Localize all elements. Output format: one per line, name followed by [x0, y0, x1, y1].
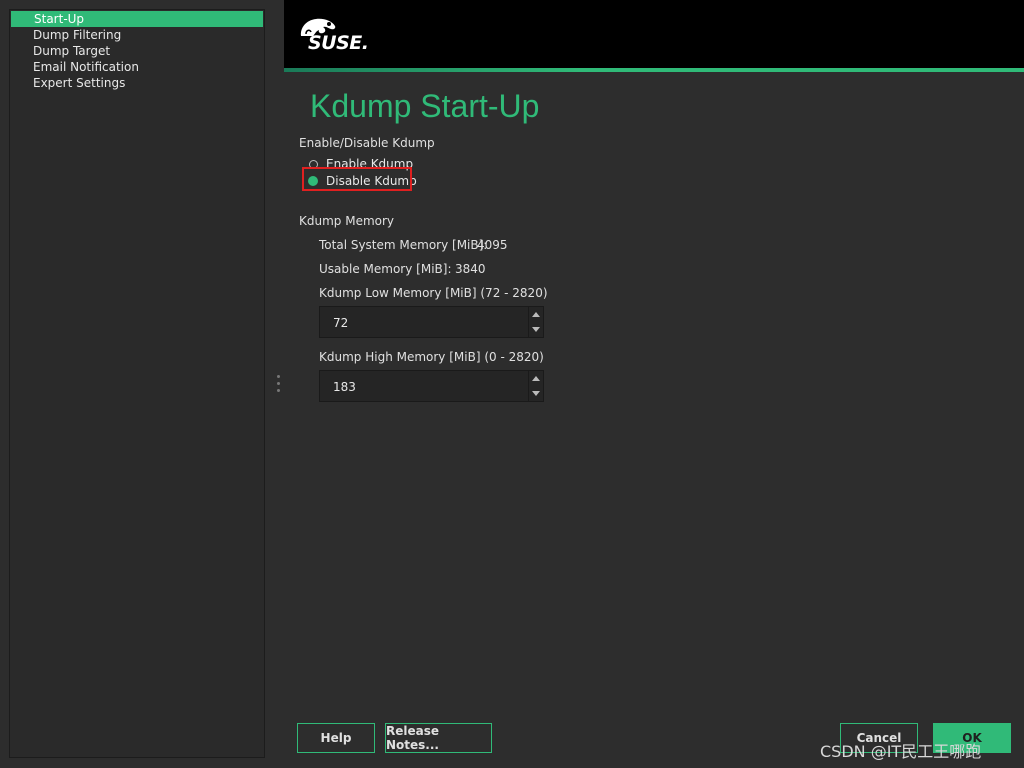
arrow-up-icon[interactable] — [532, 312, 540, 317]
page-title: Kdump Start-Up — [310, 88, 540, 124]
sidebar-item-start-up[interactable]: Start-Up — [11, 11, 263, 27]
sidebar-item-expert-settings[interactable]: Expert Settings — [10, 75, 264, 91]
suse-logo: SUSE. — [298, 16, 374, 56]
header-bar — [284, 0, 1024, 70]
high-memory-input[interactable]: 183 — [333, 380, 356, 394]
watermark: CSDN @IT民工王哪跑 — [820, 742, 982, 761]
release-notes-button[interactable]: Release Notes... — [385, 723, 492, 753]
low-memory-stepper[interactable] — [528, 307, 543, 337]
logo-text: SUSE. — [308, 32, 369, 54]
arrow-down-icon[interactable] — [532, 327, 540, 332]
low-memory-spinbox[interactable]: 72 — [319, 306, 544, 338]
annotation-highlight-box — [302, 167, 412, 191]
handle-dot — [277, 389, 280, 392]
help-button[interactable]: Help — [297, 723, 375, 753]
enable-group-label: Enable/Disable Kdump — [299, 136, 435, 150]
sidebar-item-email-notification[interactable]: Email Notification — [10, 59, 264, 75]
header-accent-line — [284, 68, 1024, 72]
splitter-handle[interactable] — [277, 375, 281, 395]
total-memory-label: Total System Memory [MiB]: — [319, 238, 488, 252]
arrow-down-icon[interactable] — [532, 391, 540, 396]
low-memory-input[interactable]: 72 — [333, 316, 348, 330]
high-memory-spinbox[interactable]: 183 — [319, 370, 544, 402]
memory-group-label: Kdump Memory — [299, 214, 395, 228]
arrow-up-icon[interactable] — [532, 376, 540, 381]
sidebar: Start-Up Dump Filtering Dump Target Emai… — [9, 9, 265, 758]
high-memory-label: Kdump High Memory [MiB] (0 - 2820) — [319, 350, 544, 364]
high-memory-stepper[interactable] — [528, 371, 543, 401]
low-memory-label: Kdump Low Memory [MiB] (72 - 2820) — [319, 286, 548, 300]
handle-dot — [277, 382, 280, 385]
usable-memory-value: 3840 — [455, 262, 486, 276]
handle-dot — [277, 375, 280, 378]
total-memory-value: 4095 — [477, 238, 508, 252]
usable-memory-label: Usable Memory [MiB]: — [319, 262, 452, 276]
sidebar-item-dump-target[interactable]: Dump Target — [10, 43, 264, 59]
sidebar-item-dump-filtering[interactable]: Dump Filtering — [10, 27, 264, 43]
